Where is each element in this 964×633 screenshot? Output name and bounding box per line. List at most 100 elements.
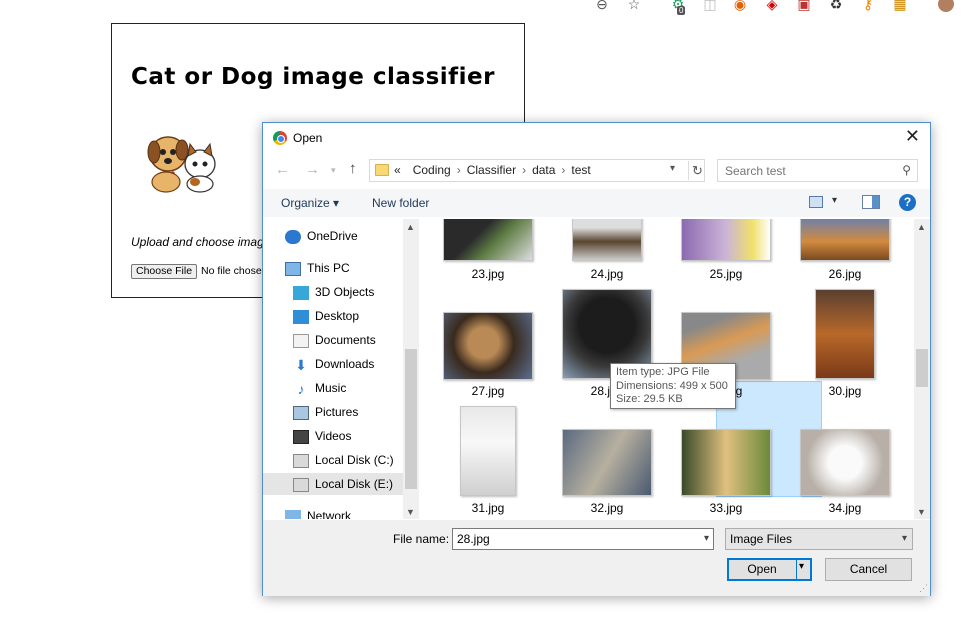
dialog-titlebar[interactable]: Open ✕	[263, 123, 930, 153]
key-icon[interactable]: ⚷	[860, 0, 876, 12]
open-options-chevron-icon[interactable]: ▾	[799, 561, 804, 572]
nav-item-local-disk-c[interactable]: Local Disk (C:)	[293, 449, 403, 471]
thumbnail-25[interactable]	[681, 219, 771, 261]
address-dropdown-icon[interactable]: ▾	[670, 163, 675, 174]
cancel-button[interactable]: Cancel	[825, 558, 912, 581]
scroll-down-icon[interactable]: ▼	[917, 507, 926, 517]
photo-icon[interactable]: ▦	[892, 0, 908, 12]
address-bar[interactable]: «Coding › Classifier › data › test ▾ ↻	[369, 159, 705, 182]
open-button-label: Open	[747, 562, 777, 576]
change-view-icon[interactable]	[809, 196, 823, 208]
nav-item-3d-objects[interactable]: 3D Objects	[293, 281, 403, 303]
breadcrumb-coding[interactable]: Coding	[413, 163, 451, 177]
help-icon[interactable]: ?	[899, 194, 916, 211]
chevron-down-icon[interactable]: ▾	[902, 529, 907, 549]
preview-pane-icon[interactable]	[862, 195, 880, 209]
nav-item-music[interactable]: ♪ Music	[293, 377, 403, 399]
file-grid-scrollbar[interactable]: ▲ ▼	[914, 219, 930, 519]
forward-arrow-icon[interactable]: →	[305, 161, 320, 178]
computer-icon	[285, 261, 301, 276]
tooltip-item-type: Item type: JPG File	[616, 366, 710, 378]
thumbnail-33[interactable]	[681, 429, 771, 496]
scroll-up-icon[interactable]: ▲	[917, 222, 926, 232]
scrollbar-thumb[interactable]	[405, 349, 417, 489]
file-label-32[interactable]: 32.jpg	[552, 501, 662, 515]
breadcrumb-overflow[interactable]: «	[394, 163, 401, 177]
organize-button[interactable]: Organize ▾	[281, 196, 339, 210]
split-divider	[796, 560, 797, 579]
thumbnail-23[interactable]	[443, 219, 533, 261]
thumbnail-27[interactable]	[443, 312, 533, 380]
file-name-input[interactable]	[453, 529, 693, 549]
tooltip-dimensions: Dimensions: 499 x 500	[616, 379, 728, 392]
file-name-combobox[interactable]: ▾	[452, 528, 714, 550]
thumbnail-34[interactable]	[800, 429, 890, 496]
nav-item-documents[interactable]: Documents	[293, 329, 403, 351]
search-icon[interactable]: ⚲	[902, 163, 911, 177]
zoom-icon[interactable]: ⊖	[594, 0, 610, 12]
thumbnail-31[interactable]	[460, 406, 516, 496]
file-name-label: File name:	[393, 532, 450, 546]
chevron-down-icon[interactable]: ▾	[704, 533, 709, 544]
search-box[interactable]: ⚲	[717, 159, 918, 182]
file-label-34[interactable]: 34.jpg	[790, 501, 900, 515]
page-title: Cat or Dog image classifier	[131, 64, 495, 90]
file-label-30[interactable]: 30.jpg	[790, 384, 900, 398]
nav-item-local-disk-e[interactable]: Local Disk (E:)	[263, 473, 403, 495]
back-arrow-icon[interactable]: ←	[275, 161, 290, 178]
file-label-23[interactable]: 23.jpg	[433, 267, 543, 281]
view-options-chevron-icon[interactable]: ▾	[832, 195, 837, 206]
thumbnail-32[interactable]	[562, 429, 652, 496]
thumbnail-30[interactable]	[815, 289, 875, 379]
thumbnail-26[interactable]	[800, 219, 890, 261]
recent-locations-chevron-icon[interactable]: ▾	[331, 165, 336, 176]
file-type-select[interactable]: Image Files ▾	[725, 528, 913, 550]
nav-item-this-pc[interactable]: This PC	[285, 257, 403, 279]
file-label-33[interactable]: 33.jpg	[671, 501, 781, 515]
drive-icon	[293, 477, 309, 492]
fox-icon[interactable]: ◉	[732, 0, 748, 12]
browser-toolbar: ⊖ ☆ ⚙ 0 ◫ ◉ ◈ ▣ ♻ ⚷ ▦	[0, 0, 964, 16]
scroll-down-icon[interactable]: ▼	[406, 507, 415, 517]
breadcrumb-data[interactable]: data	[532, 163, 555, 177]
nav-item-downloads[interactable]: ⬇ Downloads	[293, 353, 403, 375]
refresh-icon[interactable]: ↻	[688, 161, 706, 180]
breadcrumb-classifier[interactable]: Classifier	[467, 163, 516, 177]
shield-icon[interactable]: ◈	[764, 0, 780, 12]
navigation-pane: OneDrive This PC 3D Objects Desktop Docu…	[263, 219, 419, 519]
extension-badge: 0	[677, 6, 686, 15]
nav-item-desktop[interactable]: Desktop	[293, 305, 403, 327]
recycle-icon[interactable]: ♻	[828, 0, 844, 12]
open-button[interactable]: Open ▾	[727, 558, 812, 581]
up-arrow-icon[interactable]: ↑	[349, 160, 357, 177]
search-input[interactable]	[718, 160, 898, 181]
new-folder-button[interactable]: New folder	[372, 196, 429, 210]
thumbnail-24[interactable]	[572, 219, 642, 261]
nav-item-videos[interactable]: Videos	[293, 425, 403, 447]
nav-item-onedrive[interactable]: OneDrive	[285, 225, 403, 247]
drive-icon	[293, 453, 309, 468]
file-label-25[interactable]: 25.jpg	[671, 267, 781, 281]
star-icon[interactable]: ☆	[626, 0, 642, 12]
profile-avatar[interactable]	[938, 0, 954, 12]
file-label-27[interactable]: 27.jpg	[433, 384, 543, 398]
dialog-title: Open	[293, 131, 323, 145]
nav-item-pictures[interactable]: Pictures	[293, 401, 403, 423]
breadcrumb-test[interactable]: test	[571, 163, 590, 177]
close-icon[interactable]: ✕	[905, 126, 920, 147]
folder-icon	[375, 164, 389, 176]
file-label-31[interactable]: 31.jpg	[433, 501, 543, 515]
download-arrow-icon: ⬇	[295, 356, 307, 373]
choose-file-button[interactable]: Choose File	[131, 264, 198, 279]
scroll-up-icon[interactable]: ▲	[406, 222, 415, 232]
no-file-text: No file chosen	[201, 265, 268, 277]
image-icon[interactable]: ▣	[796, 0, 812, 12]
pdf-icon[interactable]: ◫	[702, 0, 718, 12]
file-label-26[interactable]: 26.jpg	[790, 267, 900, 281]
nav-item-network[interactable]: Network	[285, 505, 403, 519]
nav-pane-scrollbar[interactable]: ▲ ▼	[403, 219, 419, 519]
pictures-icon	[293, 405, 309, 420]
resize-grip-icon[interactable]: ⋰	[919, 583, 928, 594]
file-label-24[interactable]: 24.jpg	[552, 267, 662, 281]
scrollbar-thumb[interactable]	[916, 349, 928, 387]
